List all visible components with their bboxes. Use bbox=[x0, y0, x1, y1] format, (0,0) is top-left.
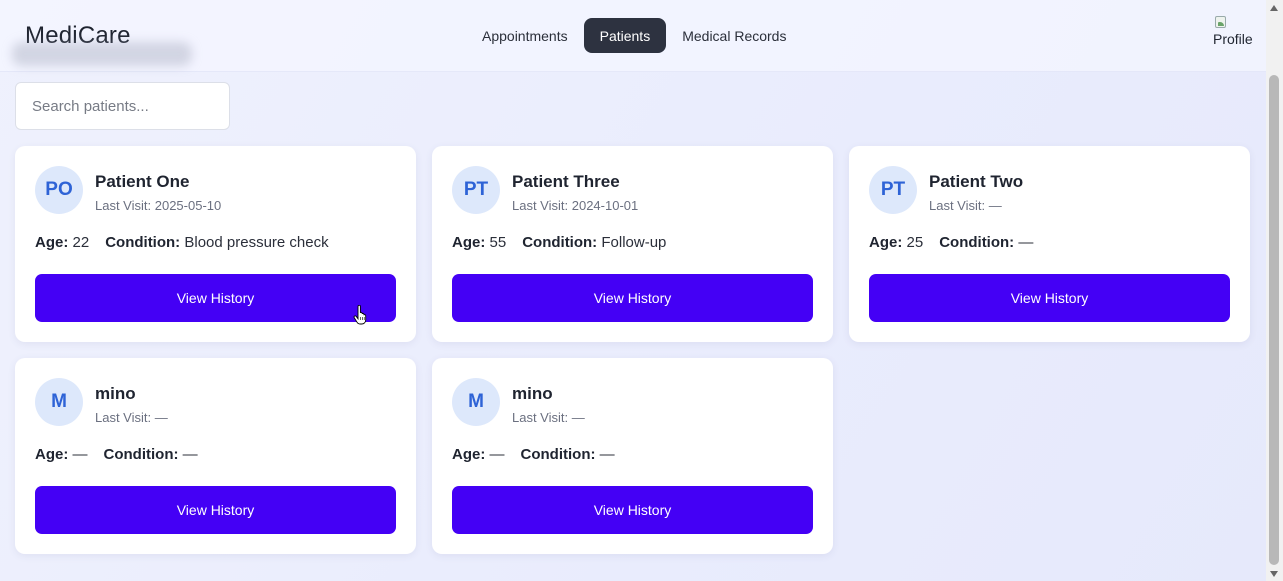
age-field: Age: 25 bbox=[869, 234, 923, 251]
patient-card: M mino Last Visit: — Age: — Condition: —… bbox=[432, 358, 833, 554]
view-history-button[interactable]: View History bbox=[35, 486, 396, 534]
scroll-down-arrow-icon[interactable] bbox=[1270, 571, 1278, 577]
last-visit: Last Visit: 2025-05-10 bbox=[95, 198, 222, 213]
condition-value: — bbox=[599, 446, 615, 463]
age-value: 25 bbox=[906, 234, 924, 251]
blurred-subtitle bbox=[12, 42, 192, 66]
broken-image-icon bbox=[1215, 16, 1226, 28]
patient-name: Patient One bbox=[95, 172, 190, 191]
search-input[interactable] bbox=[15, 82, 230, 130]
scroll-up-arrow-icon[interactable] bbox=[1270, 5, 1278, 11]
age-field: Age: — bbox=[452, 446, 505, 463]
condition-field: Condition: — bbox=[104, 446, 198, 463]
app-header: MediCare Appointments Patients Medical R… bbox=[0, 0, 1266, 72]
condition-field: Condition: Blood pressure check bbox=[105, 234, 328, 251]
avatar: M bbox=[35, 378, 83, 426]
patient-details: Age: 55 Condition: Follow-up bbox=[452, 234, 666, 251]
view-history-button[interactable]: View History bbox=[869, 274, 1230, 322]
nav-patients[interactable]: Patients bbox=[583, 18, 667, 53]
view-history-button[interactable]: View History bbox=[35, 274, 396, 322]
condition-value: Blood pressure check bbox=[184, 234, 329, 251]
condition-label: Condition: bbox=[522, 234, 598, 251]
patient-card: M mino Last Visit: — Age: — Condition: —… bbox=[15, 358, 416, 554]
avatar: PO bbox=[35, 166, 83, 214]
age-label: Age: bbox=[35, 446, 69, 463]
age-field: Age: — bbox=[35, 446, 88, 463]
patient-card: PT Patient Two Last Visit: — Age: 25 Con… bbox=[849, 146, 1250, 342]
age-label: Age: bbox=[35, 234, 69, 251]
main-nav: Appointments Patients Medical Records bbox=[470, 18, 798, 53]
age-label: Age: bbox=[452, 446, 486, 463]
patient-name: Patient Two bbox=[929, 172, 1024, 191]
patient-card: PT Patient Three Last Visit: 2024-10-01 … bbox=[432, 146, 833, 342]
age-field: Age: 22 bbox=[35, 234, 89, 251]
patient-name: mino bbox=[512, 384, 553, 403]
age-value: 22 bbox=[72, 234, 90, 251]
hand-cursor-icon bbox=[353, 305, 367, 325]
patient-details: Age: 22 Condition: Blood pressure check bbox=[35, 234, 329, 251]
age-value: 55 bbox=[489, 234, 507, 251]
patient-details: Age: — Condition: — bbox=[35, 446, 198, 463]
view-history-button[interactable]: View History bbox=[452, 274, 813, 322]
avatar: M bbox=[452, 378, 500, 426]
condition-field: Condition: Follow-up bbox=[522, 234, 666, 251]
view-history-button[interactable]: View History bbox=[452, 486, 813, 534]
condition-value: — bbox=[182, 446, 198, 463]
condition-value: — bbox=[1018, 234, 1034, 251]
scrollbar-thumb[interactable] bbox=[1269, 75, 1279, 565]
last-visit: Last Visit: — bbox=[95, 410, 168, 425]
condition-label: Condition: bbox=[520, 446, 596, 463]
patient-name: Patient Three bbox=[512, 172, 620, 191]
profile-avatar[interactable]: Profile bbox=[1211, 16, 1255, 48]
condition-field: Condition: — bbox=[939, 234, 1033, 251]
vertical-scrollbar[interactable] bbox=[1266, 0, 1283, 581]
age-value: — bbox=[72, 446, 88, 463]
condition-field: Condition: — bbox=[521, 446, 615, 463]
age-label: Age: bbox=[452, 234, 486, 251]
condition-label: Condition: bbox=[939, 234, 1015, 251]
page: MediCare Appointments Patients Medical R… bbox=[0, 0, 1266, 581]
patient-name: mino bbox=[95, 384, 136, 403]
avatar: PT bbox=[869, 166, 917, 214]
nav-medical-records[interactable]: Medical Records bbox=[670, 18, 798, 53]
condition-label: Condition: bbox=[105, 234, 181, 251]
avatar: PT bbox=[452, 166, 500, 214]
age-value: — bbox=[489, 446, 505, 463]
patient-details: Age: 25 Condition: — bbox=[869, 234, 1033, 251]
profile-alt-text: Profile bbox=[1213, 31, 1253, 47]
patient-details: Age: — Condition: — bbox=[452, 446, 615, 463]
age-field: Age: 55 bbox=[452, 234, 506, 251]
nav-appointments[interactable]: Appointments bbox=[470, 18, 580, 53]
age-label: Age: bbox=[869, 234, 903, 251]
last-visit: Last Visit: — bbox=[929, 198, 1002, 213]
condition-value: Follow-up bbox=[601, 234, 667, 251]
last-visit: Last Visit: — bbox=[512, 410, 585, 425]
last-visit: Last Visit: 2024-10-01 bbox=[512, 198, 639, 213]
condition-label: Condition: bbox=[103, 446, 179, 463]
